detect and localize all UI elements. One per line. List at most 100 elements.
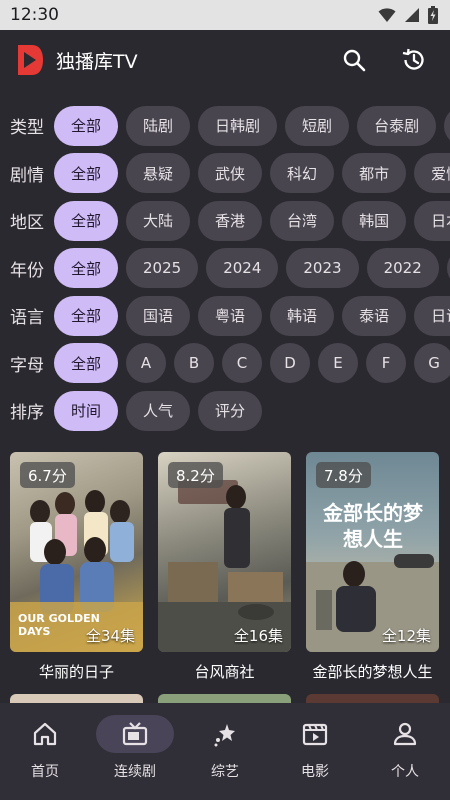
episode-count: 全16集 (233, 627, 283, 645)
app-logo-icon (18, 45, 43, 75)
filter-chip[interactable]: F (366, 343, 407, 384)
nav-label: 连续剧 (114, 764, 156, 780)
movie-icon (302, 723, 328, 746)
filter-chip[interactable]: 韩语 (270, 295, 335, 336)
filter-label: 类型 (10, 118, 44, 139)
filter-chip[interactable]: C (222, 343, 263, 384)
filter-chip[interactable]: 武侠 (198, 153, 263, 194)
show-title[interactable]: 台风商社 (158, 661, 291, 682)
filter-chip[interactable]: 2024 (206, 248, 279, 289)
nav-label: 首页 (31, 764, 59, 780)
nav-item-movie[interactable]: 电影 (270, 715, 360, 781)
wifi-icon (378, 8, 396, 22)
filter-row-letter: 字母 全部 A B C D E F G (0, 340, 450, 388)
filter-chip[interactable]: G (414, 343, 450, 384)
filter-row-language: 语言 全部 国语 粤语 韩语 泰语 日语 (0, 292, 450, 340)
filter-label: 剧情 (10, 165, 44, 186)
tv-icon (122, 722, 148, 746)
filter-chip[interactable]: 爱情 (414, 153, 450, 194)
filter-chip[interactable]: 全部 (54, 105, 119, 146)
filter-chip[interactable]: 短剧 (285, 105, 350, 146)
show-card[interactable]: 7.8分 金部长的梦想人生 全12集 金部长的梦想人生 (306, 452, 439, 682)
filter-chip[interactable]: 泰语 (342, 295, 407, 336)
app-bar: 独播库TV (0, 30, 450, 90)
filter-chip[interactable]: 人气 (126, 390, 191, 431)
episode-count: 全34集 (85, 627, 135, 645)
filter-chip[interactable]: 台湾 (270, 200, 335, 241)
show-poster[interactable]: 6.7分 OUR GOLDEN DAYS 全34集 (10, 452, 143, 652)
filter-label: 地区 (10, 213, 44, 234)
filter-chip[interactable]: 陆剧 (126, 105, 191, 146)
episode-count: 全12集 (381, 627, 431, 645)
status-bar: 12:30 (0, 0, 450, 30)
filter-chip[interactable]: 评分 (198, 390, 263, 431)
filter-label: 字母 (10, 355, 44, 376)
filter-chip[interactable]: 日韩剧 (198, 105, 278, 146)
filter-chip[interactable]: 韩国 (342, 200, 407, 241)
filter-chip[interactable]: B (174, 343, 215, 384)
show-poster[interactable]: 7.8分 金部长的梦想人生 全12集 (306, 452, 439, 652)
history-icon (402, 48, 424, 70)
nav-item-home[interactable]: 首页 (0, 715, 90, 781)
app-title: 独播库TV (56, 50, 138, 73)
score-badge: 7.8分 (316, 462, 371, 488)
filter-chip[interactable]: A (126, 343, 167, 384)
show-title[interactable]: 金部长的梦想人生 (306, 661, 439, 682)
filter-chip[interactable]: 科幻 (270, 153, 335, 194)
nav-item-variety[interactable]: 综艺 (180, 715, 270, 781)
filter-chip[interactable]: 都市 (342, 153, 407, 194)
filter-chip[interactable]: 全部 (54, 248, 119, 289)
show-card[interactable]: 6.7分 OUR GOLDEN DAYS 全34集 华丽的日子 (10, 452, 143, 682)
search-icon (343, 49, 366, 72)
filter-chip[interactable]: 时间 (54, 390, 119, 431)
filter-chip[interactable]: 2022 (366, 248, 439, 289)
filter-chip[interactable]: 港剧 (444, 105, 450, 146)
filter-chip[interactable]: 国语 (126, 295, 191, 336)
history-button[interactable] (392, 38, 436, 82)
nav-item-profile[interactable]: 个人 (360, 715, 450, 781)
filter-chip[interactable]: 2023 (286, 248, 359, 289)
status-icons (378, 6, 438, 24)
filter-chip[interactable]: E (318, 343, 359, 384)
filter-chip[interactable]: 台泰剧 (357, 105, 437, 146)
filter-row-plot: 剧情 全部 悬疑 武侠 科幻 都市 爱情 (0, 150, 450, 198)
nav-label: 个人 (391, 764, 419, 780)
show-title[interactable]: 华丽的日子 (10, 661, 143, 682)
filter-chip[interactable]: 2025 (126, 248, 199, 289)
nav-label: 综艺 (211, 764, 239, 780)
home-icon (33, 722, 57, 746)
search-button[interactable] (332, 38, 376, 82)
filter-panel: 类型 全部 陆剧 日韩剧 短剧 台泰剧 港剧 剧情 全部 悬疑 武侠 科幻 都市… (0, 102, 450, 435)
filter-chip[interactable]: 全部 (54, 343, 119, 384)
filter-chip[interactable]: 粤语 (198, 295, 263, 336)
person-icon (393, 722, 417, 746)
star-icon (214, 724, 235, 747)
filter-chip[interactable]: 香港 (198, 200, 263, 241)
filter-chip[interactable]: 日语 (414, 295, 450, 336)
score-badge: 6.7分 (20, 462, 75, 488)
filter-chip[interactable]: 全部 (54, 295, 119, 336)
status-time: 12:30 (10, 5, 59, 25)
filter-row-year: 年份 全部 2025 2024 2023 2022 2021 (0, 245, 450, 293)
battery-icon (428, 6, 438, 24)
filter-label: 语言 (10, 308, 44, 329)
show-grid: 6.7分 OUR GOLDEN DAYS 全34集 华丽的日子 8.2分 全16… (10, 452, 440, 682)
signal-icon (405, 8, 419, 22)
filter-chip[interactable]: D (270, 343, 311, 384)
filter-chip[interactable]: 全部 (54, 153, 119, 194)
show-card[interactable]: 8.2分 全16集 台风商社 (158, 452, 291, 682)
show-poster[interactable]: 8.2分 全16集 (158, 452, 291, 652)
bottom-navigation: 首页 连续剧 综艺 电影 个人 (0, 703, 450, 800)
nav-label: 电影 (301, 764, 329, 780)
nav-item-series[interactable]: 连续剧 (90, 715, 180, 781)
filter-chip[interactable]: 大陆 (126, 200, 191, 241)
filter-row-region: 地区 全部 大陆 香港 台湾 韩国 日本 (0, 197, 450, 245)
filter-chip[interactable]: 日本 (414, 200, 450, 241)
filter-chip[interactable]: 全部 (54, 200, 119, 241)
filter-label: 年份 (10, 260, 44, 281)
filter-row-sort: 排序 时间 人气 评分 (0, 387, 450, 435)
filter-chip[interactable]: 悬疑 (126, 153, 191, 194)
filter-row-type: 类型 全部 陆剧 日韩剧 短剧 台泰剧 港剧 (0, 102, 450, 150)
poster-title-text: 金部长的梦想人生 (323, 501, 423, 551)
score-badge: 8.2分 (168, 462, 223, 488)
